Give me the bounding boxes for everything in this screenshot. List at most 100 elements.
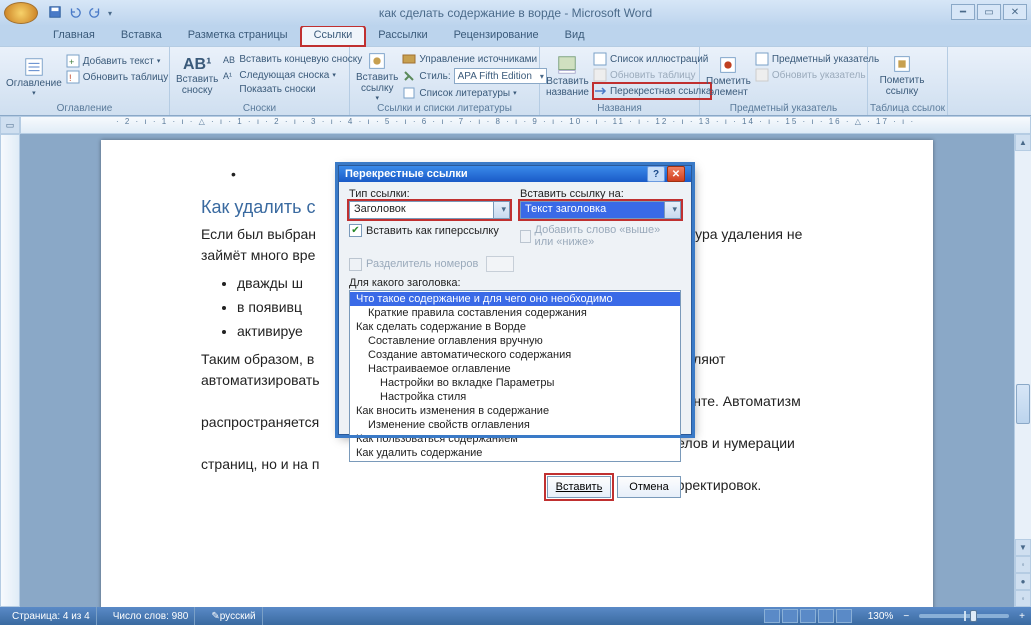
insert-citation-button[interactable]: Вставить ссылку▾ (356, 49, 398, 103)
insert-button[interactable]: Вставить (547, 476, 611, 498)
ribbon: Оглавление▾ +Добавить текст ▾ !Обновить … (0, 46, 1031, 116)
group-citations-label: Ссылки и списки литературы (350, 103, 539, 114)
ref-type-label: Тип ссылки: (349, 188, 510, 200)
tab-references[interactable]: Ссылки (301, 26, 366, 46)
scrollbar-thumb[interactable] (1016, 384, 1030, 424)
dialog-titlebar[interactable]: Перекрестные ссылки ? ✕ (339, 166, 691, 182)
scroll-down-button[interactable]: ▼ (1015, 539, 1031, 556)
insert-ref-combo[interactable]: Текст заголовка (520, 201, 681, 219)
cross-reference-button[interactable]: Перекрестная ссылка (593, 83, 711, 99)
dialog-title: Перекрестные ссылки (345, 168, 468, 180)
group-toa-label: Таблица ссылок (868, 103, 947, 114)
vertical-ruler[interactable] (0, 134, 20, 607)
next-page-button[interactable]: ◦ (1015, 590, 1031, 607)
insert-caption-button[interactable]: Вставить название (546, 49, 589, 103)
cross-reference-dialog: Перекрестные ссылки ? ✕ Тип ссылки: Заго… (338, 165, 692, 435)
maximize-button[interactable]: ▭ (977, 4, 1001, 20)
list-item[interactable]: Как вносить изменения в содержание (350, 404, 680, 418)
view-print-layout[interactable] (764, 609, 780, 623)
minimize-button[interactable]: ━ (951, 4, 975, 20)
list-item[interactable]: Изменение свойств оглавления (350, 418, 680, 432)
dialog-help-button[interactable]: ? (647, 166, 665, 182)
list-item[interactable]: Настраиваемое оглавление (350, 362, 680, 376)
view-outline[interactable] (818, 609, 834, 623)
insert-endnote-button[interactable]: ABВставить концевую сноску (222, 51, 362, 67)
above-below-checkbox: Добавить слово «выше» или «ниже» (520, 224, 681, 248)
ribbon-tabs: Главная Вставка Разметка страницы Ссылки… (0, 26, 1031, 46)
status-lang[interactable]: ✎ русский (205, 607, 262, 625)
ref-type-combo[interactable]: Заголовок (349, 201, 510, 219)
group-captions-label: Названия (540, 103, 699, 114)
redo-icon[interactable] (88, 5, 102, 22)
zoom-out-button[interactable]: − (903, 611, 909, 622)
list-item[interactable]: Настройка стиля (350, 390, 680, 404)
list-item[interactable]: Как сделать содержание в Ворде (350, 320, 680, 334)
prev-page-button[interactable]: ◦ (1015, 556, 1031, 573)
group-footnotes-label: Сноски (170, 103, 349, 114)
bibliography-button[interactable]: Список литературы ▾ (402, 85, 547, 101)
scroll-up-button[interactable]: ▲ (1015, 134, 1031, 151)
proofing-icon: ✎ (211, 611, 219, 622)
group-toc-label: Оглавление (0, 103, 169, 114)
add-text-button[interactable]: +Добавить текст ▾ (66, 53, 169, 69)
svg-text:AB: AB (223, 55, 235, 65)
office-button[interactable] (4, 2, 38, 24)
qat-dropdown-icon[interactable]: ▾ (108, 9, 112, 18)
status-words[interactable]: Число слов: 980 (107, 607, 196, 625)
list-item[interactable]: Создание автоматического содержания (350, 348, 680, 362)
list-item[interactable]: Как пользоваться содержанием (350, 432, 680, 446)
tab-mailings[interactable]: Рассылки (365, 26, 440, 46)
status-bar: Страница: 4 из 4 Число слов: 980 ✎ русск… (0, 607, 1031, 625)
tab-layout[interactable]: Разметка страницы (175, 26, 301, 46)
next-footnote-button[interactable]: A¹Следующая сноска ▾ (222, 67, 362, 83)
view-draft[interactable] (836, 609, 852, 623)
show-footnotes-button[interactable]: Показать сноски (222, 83, 362, 96)
update-toc-button[interactable]: !Обновить таблицу (66, 69, 169, 85)
view-full-reading[interactable] (782, 609, 798, 623)
window-title: как сделать содержание в ворде - Microso… (379, 6, 652, 20)
list-item[interactable]: Как удалить содержание (350, 446, 680, 460)
ruler-area: ▭ · 2 · ı · 1 · ı · △ · ı · 1 · ı · 2 · … (0, 116, 1031, 134)
zoom-level[interactable]: 130% (868, 611, 894, 622)
zoom-slider[interactable] (919, 614, 1009, 618)
citation-style[interactable]: Стиль: APA Fifth Edition (402, 67, 547, 85)
view-web-layout[interactable] (800, 609, 816, 623)
cancel-button[interactable]: Отмена (617, 476, 681, 498)
ruler-corner[interactable]: ▭ (0, 116, 20, 134)
tab-home[interactable]: Главная (40, 26, 108, 46)
manage-sources-button[interactable]: Управление источниками (402, 51, 547, 67)
list-item[interactable]: Что такое содержание и для чего оно необ… (350, 292, 680, 306)
zoom-in-button[interactable]: + (1019, 611, 1025, 622)
save-icon[interactable] (48, 5, 62, 22)
horizontal-ruler[interactable]: · 2 · ı · 1 · ı · △ · ı · 1 · ı · 2 · ı … (20, 116, 1031, 134)
vertical-scrollbar[interactable]: ▲ ▼ ◦ ● ◦ (1014, 134, 1031, 607)
status-page[interactable]: Страница: 4 из 4 (6, 607, 97, 625)
quick-access-toolbar: ▾ (42, 5, 118, 22)
list-item[interactable]: Составление оглавления вручную (350, 334, 680, 348)
separator-checkbox: Разделитель номеров (349, 256, 681, 272)
svg-text:!: ! (69, 73, 72, 83)
browse-object-button[interactable]: ● (1015, 573, 1031, 590)
insert-ref-label: Вставить ссылку на: (520, 188, 681, 200)
table-of-figures-button[interactable]: Список иллюстраций (593, 51, 711, 67)
mark-entry-button[interactable]: Пометить элемент (706, 49, 751, 103)
tab-view[interactable]: Вид (552, 26, 598, 46)
hyperlink-checkbox[interactable]: ✔Вставить как гиперссылку (349, 224, 510, 237)
toc-button[interactable]: Оглавление▾ (6, 49, 62, 103)
tab-review[interactable]: Рецензирование (441, 26, 552, 46)
tab-insert[interactable]: Вставка (108, 26, 175, 46)
svg-text:A¹: A¹ (223, 71, 232, 81)
close-button[interactable]: ✕ (1003, 4, 1027, 20)
mark-citation-button[interactable]: Пометить ссылку (874, 49, 930, 101)
list-item[interactable]: Краткие правила составления содержания (350, 306, 680, 320)
update-figures-button: Обновить таблицу (593, 67, 711, 83)
heading-list[interactable]: Что такое содержание и для чего оно необ… (349, 290, 681, 462)
list-item[interactable]: Настройки во вкладке Параметры (350, 376, 680, 390)
group-index-label: Предметный указатель (700, 103, 867, 114)
dialog-close-button[interactable]: ✕ (667, 166, 685, 182)
for-heading-label: Для какого заголовка: (349, 277, 681, 289)
undo-icon[interactable] (68, 5, 82, 22)
insert-footnote-button[interactable]: AB¹ Вставить сноску (176, 49, 218, 103)
svg-text:+: + (69, 57, 74, 67)
insert-index-button[interactable]: Предметный указатель (755, 51, 879, 67)
